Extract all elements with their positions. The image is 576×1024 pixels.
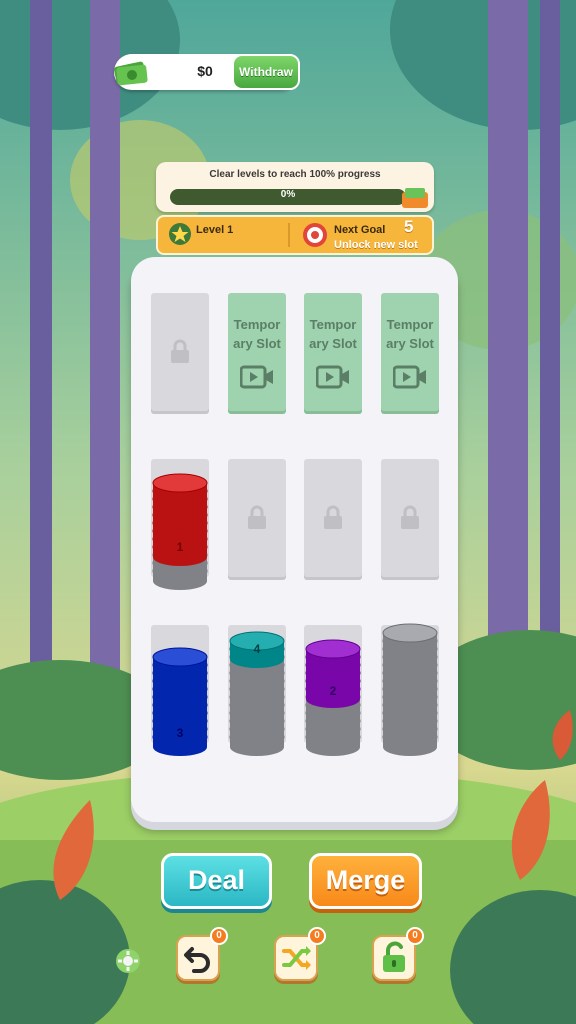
- colored-coin: [152, 647, 208, 667]
- gray-coin: [382, 623, 438, 643]
- undo-count-badge: 0: [210, 927, 228, 945]
- stack-slot-purple[interactable]: 2: [304, 625, 362, 756]
- merge-button[interactable]: Merge: [309, 853, 422, 909]
- next-goal-count: 5: [404, 217, 414, 236]
- withdraw-button[interactable]: Withdraw: [232, 54, 300, 90]
- video-ad-icon: [393, 365, 426, 389]
- locked-slot[interactable]: [228, 459, 286, 577]
- temporary-slot-label: Tempor ary Slot: [233, 317, 281, 351]
- lock-icon: [248, 505, 266, 529]
- coin-stack-teal: 4: [229, 631, 285, 756]
- cash-value: $0: [197, 63, 213, 79]
- stack-count-label: 2: [330, 684, 337, 698]
- progress-panel: Clear levels to reach 100% progress 0%: [156, 162, 434, 212]
- lock-icon: [401, 505, 419, 529]
- coin-stack-red: 1: [152, 473, 208, 590]
- colored-coin: [305, 639, 361, 659]
- target-icon: [303, 223, 327, 247]
- unlock-button[interactable]: 0: [372, 927, 424, 981]
- shuffle-icon: [282, 946, 311, 970]
- stack-count-label: 3: [177, 726, 184, 740]
- shuffle-button[interactable]: 0: [274, 927, 326, 981]
- colored-coin: [152, 473, 208, 493]
- level-goal-bar: Level 1 Next Goal 5 Unlock new slot: [156, 215, 434, 255]
- stack-slot-gray[interactable]: [381, 623, 439, 756]
- undo-icon: [184, 947, 210, 973]
- level-label: Level 1: [196, 224, 234, 236]
- lock-icon: [324, 505, 342, 529]
- coin-stack-blue: 3: [152, 647, 208, 756]
- video-ad-icon: [316, 365, 349, 389]
- divider: [288, 223, 290, 247]
- undo-button[interactable]: 0: [176, 927, 228, 981]
- stack-count-label: 1: [177, 540, 184, 554]
- unlock-icon: [383, 941, 405, 972]
- lock-icon: [171, 339, 189, 363]
- temporary-slot[interactable]: Tempor ary Slot: [381, 293, 439, 411]
- game-board: Tempor ary Slot Tempor ary Slot Tempor a…: [131, 257, 458, 822]
- temporary-slot[interactable]: Tempor ary Slot: [228, 293, 286, 411]
- stack-count-label: 4: [254, 642, 261, 656]
- progress-bar: 0%: [170, 189, 406, 205]
- locked-slot[interactable]: [304, 459, 362, 577]
- progress-percent: 0%: [280, 189, 296, 200]
- deal-button[interactable]: Deal: [161, 853, 272, 909]
- temporary-slot[interactable]: Tempor ary Slot: [304, 293, 362, 411]
- locked-slot[interactable]: [151, 293, 209, 411]
- coin-stack-purple: 2: [305, 639, 361, 756]
- cash-reward-icon: [402, 188, 428, 208]
- shuffle-count-badge: 0: [308, 927, 326, 945]
- cash-stack-icon: [114, 61, 148, 86]
- unlock-count-badge: 0: [406, 927, 424, 945]
- temporary-slot-label: Tempor ary Slot: [309, 317, 357, 351]
- stack-slot-teal[interactable]: 4: [228, 625, 286, 756]
- progress-caption: Clear levels to reach 100% progress: [209, 169, 381, 180]
- locked-slot[interactable]: [381, 459, 439, 577]
- next-goal-title: Next Goal: [334, 224, 386, 236]
- star-badge-icon: [169, 223, 191, 245]
- settings-gear-icon[interactable]: [114, 947, 142, 975]
- video-ad-icon: [240, 365, 273, 389]
- temporary-slot-label: Tempor ary Slot: [386, 317, 434, 351]
- stack-slot-red[interactable]: 1: [151, 459, 209, 590]
- next-goal-subtitle: Unlock new slot: [334, 239, 418, 251]
- cash-balance-bar: $0 Withdraw: [114, 54, 300, 90]
- stack-slot-blue[interactable]: 3: [151, 625, 209, 756]
- coin-stack-gray: [382, 623, 438, 756]
